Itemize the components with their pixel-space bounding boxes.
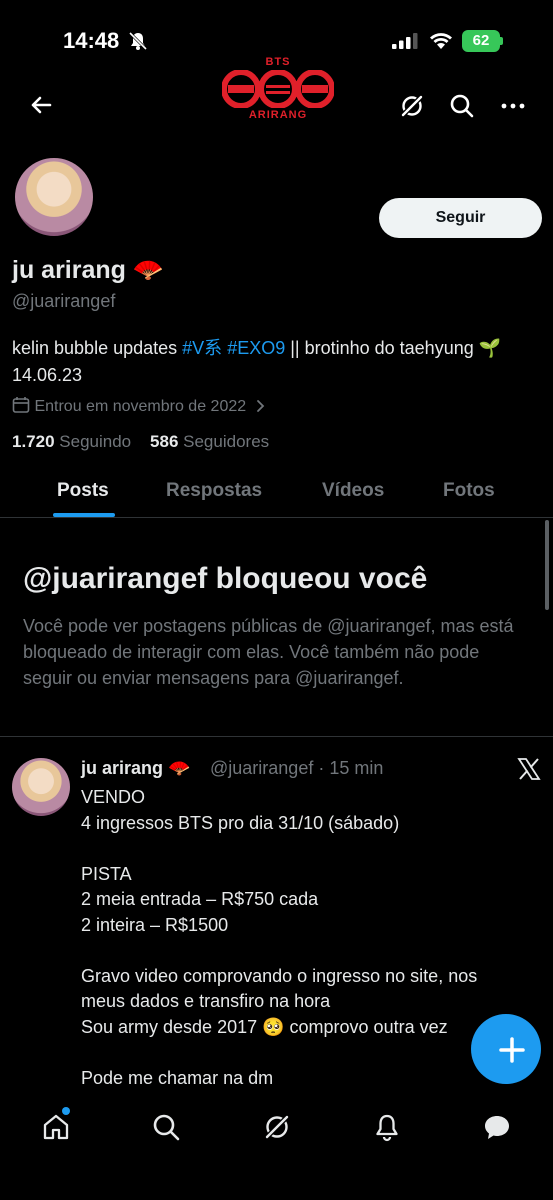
more-icon[interactable] (499, 92, 527, 120)
back-arrow-icon[interactable] (26, 90, 56, 120)
joined-date[interactable]: Entrou em novembro de 2022 (12, 396, 267, 416)
tab-videos[interactable]: Vídeos (322, 480, 384, 502)
notice-divider (0, 736, 553, 737)
tabs-divider (0, 517, 553, 518)
bio-hashtag-v[interactable]: #V系 (182, 338, 222, 358)
compose-button[interactable] (471, 1014, 541, 1084)
follow-counts: 1.720 Seguindo 586 Seguidores (12, 432, 269, 452)
chevron-right-icon (256, 400, 264, 412)
calendar-icon (12, 397, 30, 413)
bio-text: kelin bubble updates (12, 338, 183, 358)
banner-top-text: BTS (265, 56, 291, 68)
grok-nav-icon[interactable] (262, 1112, 292, 1142)
tweet-avatar[interactable] (12, 758, 70, 816)
tab-fotos[interactable]: Fotos (443, 480, 495, 502)
following-count: 1.720 (12, 432, 55, 451)
grok-icon[interactable] (398, 92, 426, 120)
wifi-icon (430, 33, 452, 49)
profile-display-name: ju arirang 🪭 (12, 256, 164, 284)
followers-link[interactable]: 586 Seguidores (150, 432, 269, 451)
blocked-body: Você pode ver postagens públicas de @jua… (23, 616, 514, 688)
tab-respostas[interactable]: Respostas (166, 480, 262, 502)
plus-icon (499, 1037, 525, 1063)
explore-search-icon[interactable] (151, 1112, 181, 1142)
follow-button[interactable]: Seguir (379, 198, 542, 238)
x-logo-icon (517, 758, 541, 780)
profile-bio: kelin bubble updates #V系 #EXO9 || brotin… (12, 335, 542, 389)
bio-hashtag-exo9[interactable]: #EXO9 (227, 338, 285, 358)
following-label: Seguindo (59, 432, 132, 451)
joined-text: Entrou em novembro de 2022 (34, 398, 247, 415)
bell-off-icon (128, 31, 148, 51)
following-link[interactable]: 1.720 Seguindo (12, 432, 131, 451)
bell-icon[interactable] (372, 1112, 402, 1142)
blocked-title: @juarirangef bloqueou você (23, 562, 428, 595)
search-icon[interactable] (448, 92, 476, 120)
signal-icon (392, 33, 418, 49)
home-icon[interactable] (41, 1112, 71, 1142)
tweet-text: VENDO 4 ingressos BTS pro dia 31/10 (sáb… (81, 787, 478, 1088)
profile-handle: @juarirangef (12, 291, 116, 311)
tweet-author-name[interactable]: ju arirang 🪭 (81, 758, 190, 779)
home-notification-dot (62, 1107, 70, 1115)
followers-count: 586 (150, 432, 179, 451)
followers-label: Seguidores (183, 432, 270, 451)
battery-tip (500, 37, 503, 45)
header-banner-logo: BTS ARIRANG (222, 56, 334, 124)
chat-bubble-icon[interactable] (482, 1112, 512, 1142)
tweet-handle-time: @juarirangef · 15 min (210, 758, 384, 778)
status-time: 14:48 (63, 28, 120, 53)
battery-indicator: 62 (462, 30, 500, 52)
banner-logo-graphic (222, 70, 334, 108)
profile-avatar[interactable] (12, 155, 96, 239)
banner-bottom-text: ARIRANG (248, 109, 308, 121)
scrollbar[interactable] (545, 520, 549, 610)
tab-posts[interactable]: Posts (57, 480, 109, 502)
